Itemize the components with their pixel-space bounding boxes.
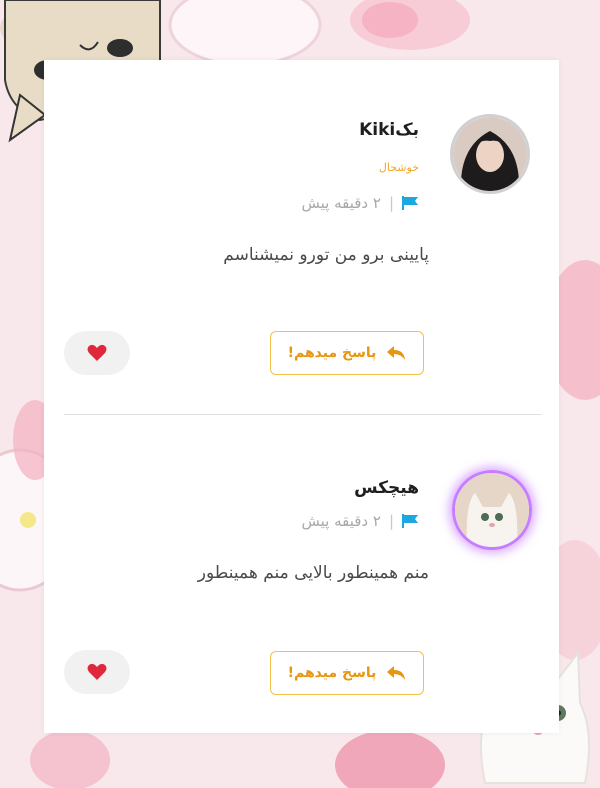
- username[interactable]: هیچکس: [354, 478, 419, 498]
- comment-text: پایینی برو من تورو نمیشناسم: [223, 245, 429, 265]
- flag-icon[interactable]: [402, 196, 419, 210]
- reply-label: پاسخ میدهم!: [287, 665, 377, 681]
- like-button[interactable]: [64, 331, 130, 375]
- reply-arrow-icon: [387, 346, 406, 360]
- cat-photo: [455, 473, 529, 547]
- reply-button[interactable]: پاسخ میدهم!: [270, 651, 424, 695]
- flag-icon[interactable]: [402, 514, 419, 528]
- user-photo: [453, 117, 527, 191]
- divider: [64, 414, 542, 415]
- comments-card: بکKiki خوشحال | ۲ دقیقه پیش پایینی برو م…: [44, 60, 559, 733]
- heart-icon: [87, 663, 107, 680]
- separator: |: [388, 194, 394, 212]
- comment-meta: | ۲ دقیقه پیش: [302, 512, 420, 530]
- timestamp: ۲ دقیقه پیش: [301, 512, 381, 530]
- like-button[interactable]: [64, 650, 130, 694]
- avatar[interactable]: [450, 114, 530, 194]
- mood-label: خوشحال: [378, 161, 419, 174]
- reply-arrow-icon: [387, 666, 406, 680]
- heart-icon: [87, 344, 107, 361]
- reply-button[interactable]: پاسخ میدهم!: [270, 331, 424, 375]
- reply-label: پاسخ میدهم!: [287, 345, 377, 361]
- comment-text: منم همینطور بالایی منم همینطور: [197, 563, 429, 583]
- timestamp: ۲ دقیقه پیش: [301, 194, 381, 212]
- avatar[interactable]: [452, 470, 532, 550]
- separator: |: [388, 512, 394, 530]
- username[interactable]: بکKiki: [359, 120, 419, 140]
- comment-meta: | ۲ دقیقه پیش: [302, 194, 420, 212]
